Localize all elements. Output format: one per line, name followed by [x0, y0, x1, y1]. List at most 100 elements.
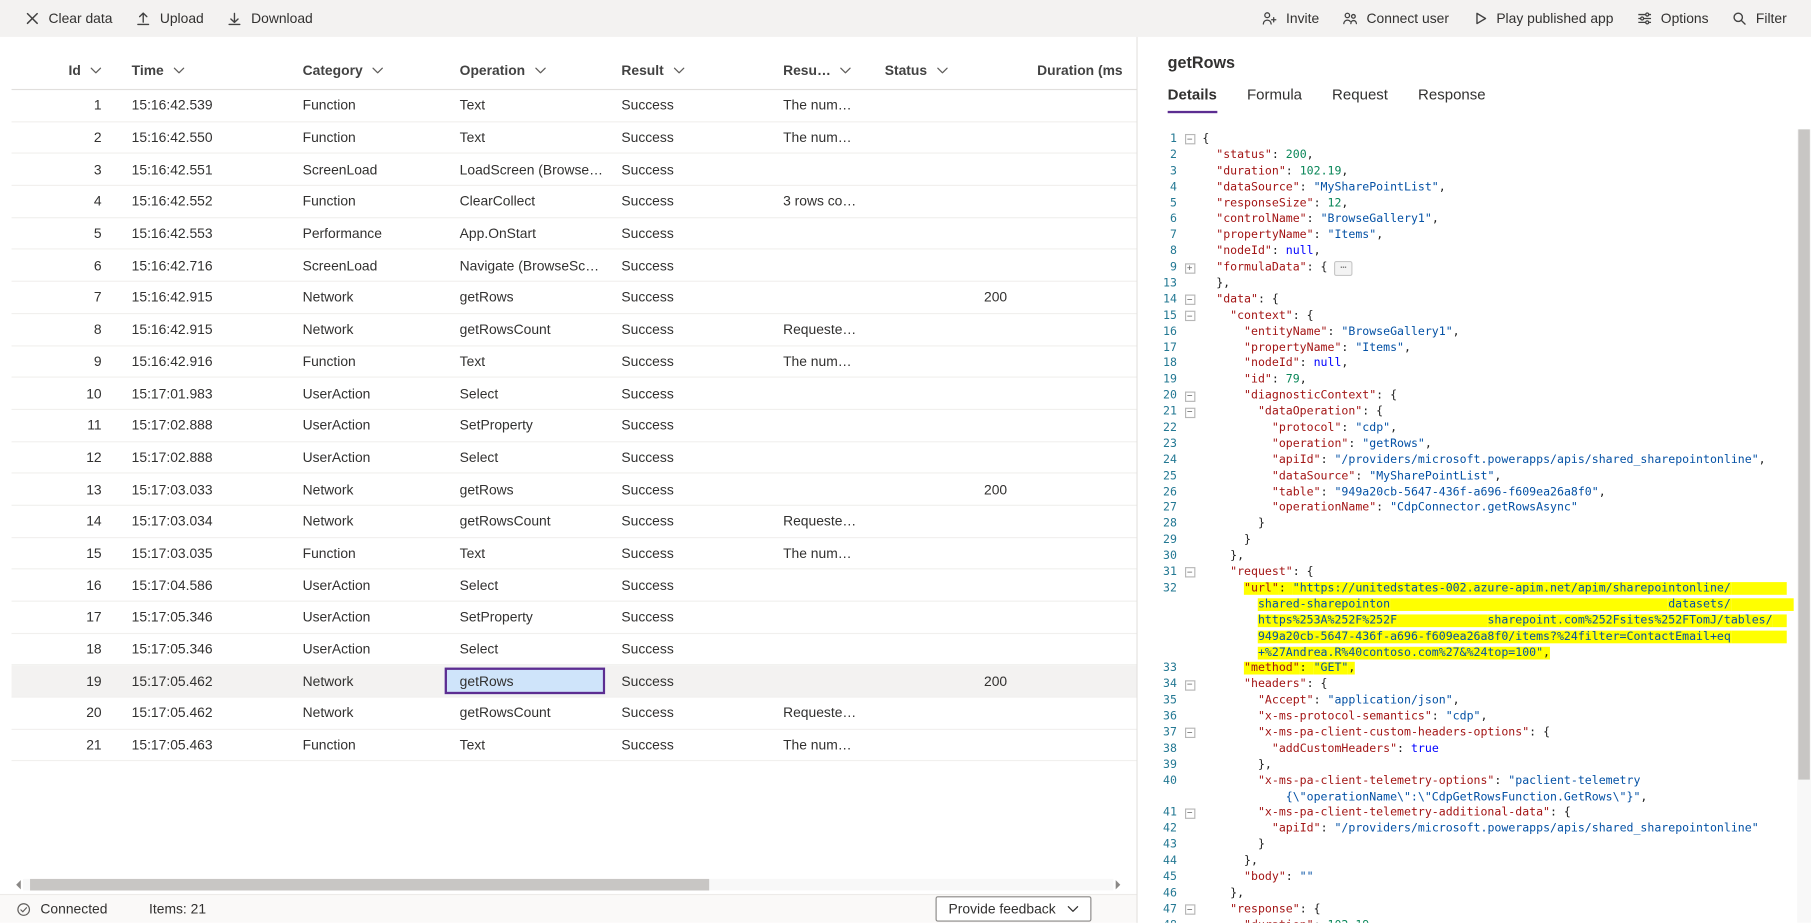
- tab-request[interactable]: Request: [1332, 85, 1388, 113]
- cell-time[interactable]: 15:17:03.035: [115, 538, 286, 569]
- options-button[interactable]: Options: [1626, 3, 1719, 33]
- table-row[interactable]: 1115:17:02.888UserActionSetPropertySucce…: [12, 410, 1137, 442]
- cell-duration[interactable]: [1021, 122, 1136, 153]
- table-row[interactable]: 1415:17:03.034NetworkgetRowsCountSuccess…: [12, 506, 1137, 538]
- tab-formula[interactable]: Formula: [1247, 85, 1302, 113]
- scroll-left-icon[interactable]: [12, 880, 21, 889]
- table-row[interactable]: 1015:17:01.983UserActionSelectSuccess: [12, 378, 1137, 410]
- cell-status[interactable]: [869, 186, 1021, 217]
- cell-operation[interactable]: Navigate (BrowseSc…: [444, 250, 606, 281]
- cell-time[interactable]: 15:17:03.034: [115, 506, 286, 537]
- cell-operation[interactable]: Text: [444, 730, 606, 761]
- filter-button[interactable]: Filter: [1721, 3, 1797, 33]
- cell-operation[interactable]: SetProperty: [444, 410, 606, 441]
- fold-toggle-icon[interactable]: −: [1177, 292, 1202, 308]
- cell-result[interactable]: Success: [605, 442, 767, 473]
- cell-time[interactable]: 15:16:42.550: [115, 122, 286, 153]
- table-row[interactable]: 1615:17:04.586UserActionSelectSuccess: [12, 570, 1137, 602]
- table-row[interactable]: 215:16:42.550FunctionTextSuccessThe num…: [12, 122, 1137, 154]
- cell-operation[interactable]: Text: [444, 346, 606, 377]
- table-row[interactable]: 415:16:42.552FunctionClearCollectSuccess…: [12, 186, 1137, 218]
- cell-time[interactable]: 15:16:42.716: [115, 250, 286, 281]
- cell-category[interactable]: Network: [286, 506, 443, 537]
- cell-status[interactable]: [869, 538, 1021, 569]
- cell-id[interactable]: 8: [12, 314, 116, 345]
- cell-id[interactable]: 11: [12, 410, 116, 441]
- scrollbar-thumb[interactable]: [30, 879, 709, 891]
- cell-id[interactable]: 19: [12, 666, 116, 697]
- cell-detail[interactable]: [767, 250, 869, 281]
- cell-operation[interactable]: Text: [444, 538, 606, 569]
- cell-duration[interactable]: [1021, 90, 1136, 121]
- cell-duration[interactable]: [1021, 186, 1136, 217]
- cell-category[interactable]: Function: [286, 538, 443, 569]
- table-row[interactable]: 915:16:42.916FunctionTextSuccessThe num…: [12, 346, 1137, 378]
- cell-id[interactable]: 20: [12, 698, 116, 729]
- cell-time[interactable]: 15:16:42.553: [115, 218, 286, 249]
- tab-details[interactable]: Details: [1168, 85, 1217, 113]
- cell-status[interactable]: [869, 698, 1021, 729]
- cell-operation[interactable]: App.OnStart: [444, 218, 606, 249]
- cell-duration[interactable]: [1021, 378, 1136, 409]
- table-row[interactable]: 615:16:42.716ScreenLoadNavigate (BrowseS…: [12, 250, 1137, 282]
- code-editor[interactable]: 1−{2 "status": 200,3 "duration": 102.19,…: [1138, 129, 1797, 922]
- cell-detail[interactable]: [767, 218, 869, 249]
- cell-result[interactable]: Success: [605, 346, 767, 377]
- scroll-right-icon[interactable]: [1116, 880, 1125, 889]
- cell-detail[interactable]: The num…: [767, 538, 869, 569]
- cell-category[interactable]: Function: [286, 186, 443, 217]
- table-row[interactable]: 2015:17:05.462NetworkgetRowsCountSuccess…: [12, 698, 1137, 730]
- column-header-duration[interactable]: Duration (ms: [1021, 51, 1136, 89]
- cell-time[interactable]: 15:17:05.462: [115, 698, 286, 729]
- cell-time[interactable]: 15:16:42.551: [115, 154, 286, 185]
- table-row[interactable]: 515:16:42.553PerformanceApp.OnStartSucce…: [12, 218, 1137, 250]
- cell-result[interactable]: Success: [605, 90, 767, 121]
- cell-time[interactable]: 15:17:01.983: [115, 378, 286, 409]
- cell-duration[interactable]: [1021, 602, 1136, 633]
- cell-detail[interactable]: The num…: [767, 90, 869, 121]
- cell-duration[interactable]: [1021, 410, 1136, 441]
- cell-id[interactable]: 4: [12, 186, 116, 217]
- cell-id[interactable]: 13: [12, 474, 116, 505]
- column-header-category[interactable]: Category: [286, 51, 443, 89]
- cell-category[interactable]: UserAction: [286, 602, 443, 633]
- cell-status[interactable]: 200: [869, 474, 1021, 505]
- vertical-scrollbar[interactable]: [1797, 129, 1811, 922]
- cell-category[interactable]: UserAction: [286, 410, 443, 441]
- fold-toggle-icon[interactable]: −: [1177, 132, 1202, 148]
- cell-id[interactable]: 1: [12, 90, 116, 121]
- cell-detail[interactable]: The num…: [767, 346, 869, 377]
- download-button[interactable]: Download: [216, 3, 323, 33]
- table-row[interactable]: 1215:17:02.888UserActionSelectSuccess: [12, 442, 1137, 474]
- cell-detail[interactable]: Requeste…: [767, 314, 869, 345]
- cell-result[interactable]: Success: [605, 122, 767, 153]
- cell-status[interactable]: [869, 346, 1021, 377]
- table-row[interactable]: 1315:17:03.033NetworkgetRowsSuccess200: [12, 474, 1137, 506]
- cell-result[interactable]: Success: [605, 602, 767, 633]
- cell-id[interactable]: 7: [12, 282, 116, 313]
- cell-id[interactable]: 6: [12, 250, 116, 281]
- connect-user-button[interactable]: Connect user: [1332, 3, 1459, 33]
- cell-detail[interactable]: The num…: [767, 122, 869, 153]
- cell-result[interactable]: Success: [605, 474, 767, 505]
- cell-duration[interactable]: [1021, 282, 1136, 313]
- cell-category[interactable]: Network: [286, 698, 443, 729]
- cell-id[interactable]: 9: [12, 346, 116, 377]
- cell-status[interactable]: [869, 378, 1021, 409]
- cell-time[interactable]: 15:16:42.539: [115, 90, 286, 121]
- fold-toggle-icon[interactable]: −: [1177, 388, 1202, 404]
- cell-time[interactable]: 15:16:42.915: [115, 282, 286, 313]
- cell-operation[interactable]: Select: [444, 378, 606, 409]
- cell-detail[interactable]: [767, 474, 869, 505]
- cell-detail[interactable]: 3 rows co…: [767, 186, 869, 217]
- cell-duration[interactable]: [1021, 218, 1136, 249]
- cell-operation[interactable]: Select: [444, 570, 606, 601]
- cell-category[interactable]: Function: [286, 346, 443, 377]
- cell-status[interactable]: [869, 506, 1021, 537]
- table-row[interactable]: 315:16:42.551ScreenLoadLoadScreen (Brows…: [12, 154, 1137, 186]
- cell-detail[interactable]: [767, 410, 869, 441]
- column-header-operation[interactable]: Operation: [444, 51, 606, 89]
- fold-toggle-icon[interactable]: −: [1177, 725, 1202, 741]
- table-row[interactable]: 1515:17:03.035FunctionTextSuccessThe num…: [12, 538, 1137, 570]
- cell-duration[interactable]: [1021, 570, 1136, 601]
